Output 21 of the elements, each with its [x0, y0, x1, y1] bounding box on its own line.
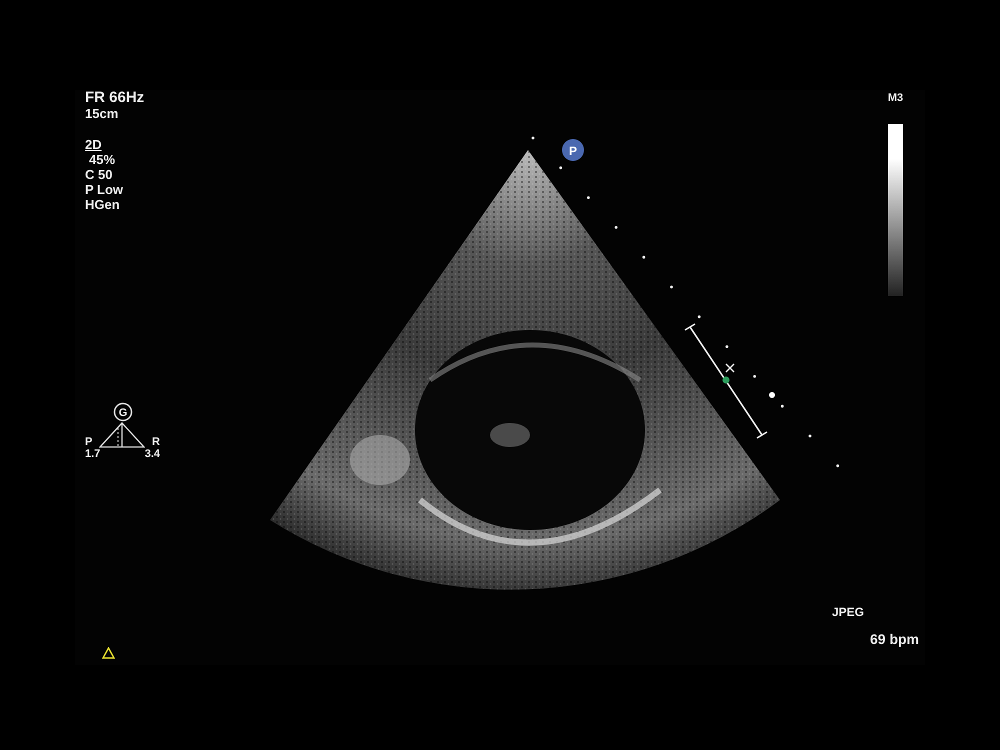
focus-dot-icon [769, 392, 775, 398]
mode-parameter: HGen [85, 196, 120, 212]
mode-parameter: C 50 [85, 166, 112, 182]
heart-rate-label: 69 bpm [870, 630, 919, 646]
depth-label: 15cm [85, 106, 118, 120]
caliper-point-icon [722, 376, 730, 383]
mode-label: 2D [85, 136, 102, 152]
mode-parameter: P Low [85, 182, 124, 196]
orientation-right-label: R [152, 436, 160, 448]
frame-rate-label: FR 66Hz [85, 90, 144, 106]
orientation-triangle-icon [99, 422, 146, 448]
probe-marker-icon: P [562, 138, 584, 160]
format-label: JPEG [832, 604, 864, 618]
orientation-left-value: 1.7 [85, 448, 100, 460]
map-label: M3 [888, 92, 904, 104]
mode-parameter: 45% [89, 152, 116, 166]
cross-marker-icon [725, 362, 735, 372]
orientation-left-label: P [85, 436, 92, 448]
orientation-right-value: 3.4 [144, 448, 160, 460]
orientation-badge-icon: G [112, 402, 132, 422]
warning-icon [102, 646, 115, 658]
